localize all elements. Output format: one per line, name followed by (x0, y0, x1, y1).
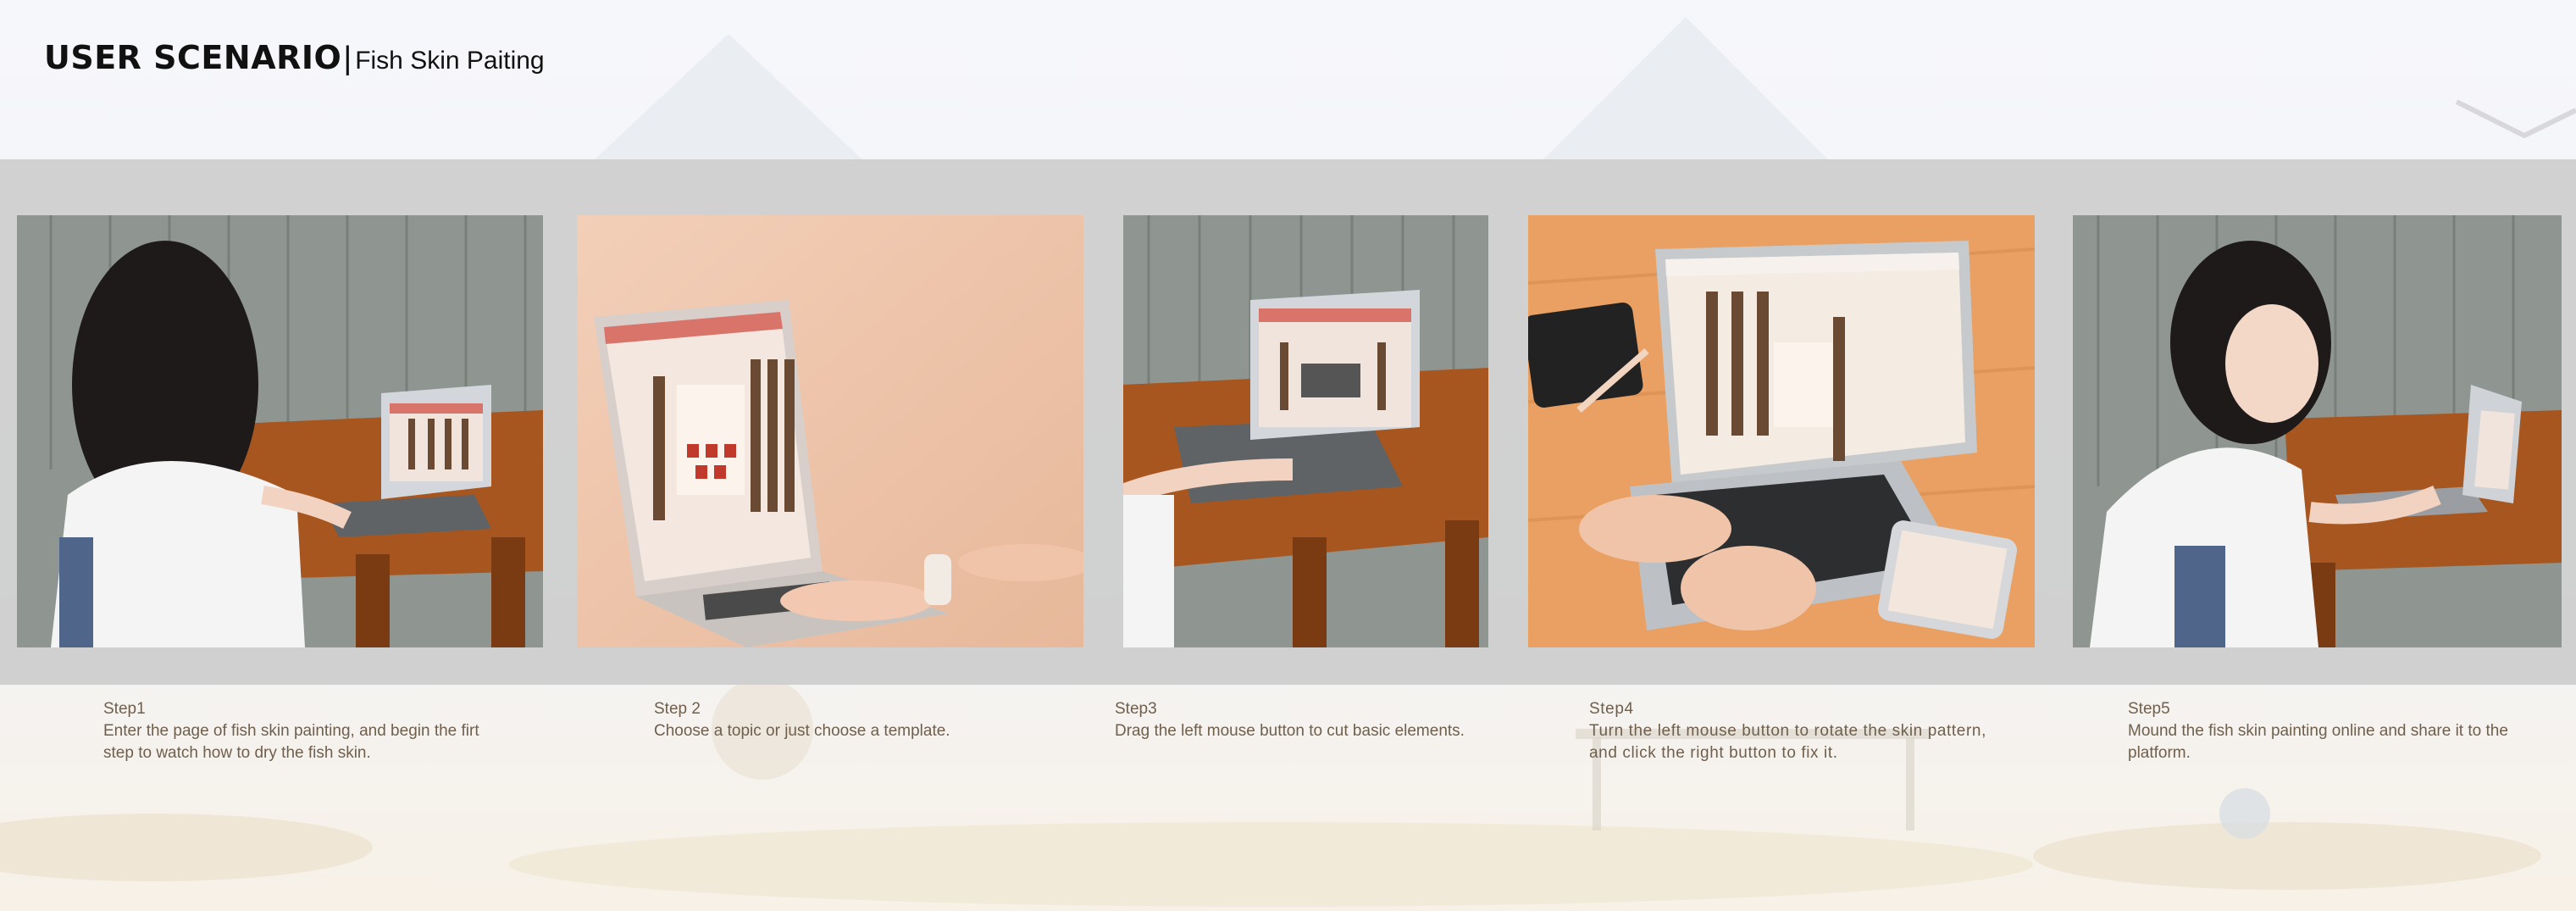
step5-label: Step5 (2128, 700, 2170, 718)
step5-photo (2073, 215, 2562, 647)
step1-label: Step1 (103, 700, 146, 718)
step4-text: Turn the left mouse button to rotate the… (1589, 722, 1986, 762)
step2-label: Step 2 (654, 700, 701, 718)
step3-photo (1123, 215, 1488, 647)
step1-photo (17, 215, 543, 647)
step3-caption: Step3 Drag the left mouse button to cut … (1115, 698, 1521, 742)
step2-text: Choose a topic or just choose a template… (654, 722, 950, 740)
title-separator: | (343, 41, 352, 76)
step4-caption: Step4 Turn the left mouse button to rota… (1589, 698, 1987, 764)
step4-label: Step4 (1589, 700, 1634, 718)
step4-photo (1528, 215, 2035, 647)
step5-text: Mound the fish skin painting online and … (2128, 722, 2508, 762)
step1-text: Enter the page of fish skin painting, an… (103, 722, 479, 762)
step3-label: Step3 (1115, 700, 1157, 718)
step5-caption: Step5 Mound the fish skin painting onlin… (2128, 698, 2534, 764)
step3-text: Drag the left mouse button to cut basic … (1115, 722, 1465, 740)
page-subtitle: Fish Skin Paiting (355, 47, 545, 75)
page-header: USER SCENARIO | Fish Skin Paiting (44, 39, 545, 77)
step2-caption: Step 2 Choose a topic or just choose a t… (654, 698, 1044, 742)
page-title: USER SCENARIO (44, 39, 342, 76)
step1-caption: Step1 Enter the page of fish skin painti… (103, 698, 489, 764)
step2-photo (577, 215, 1083, 647)
